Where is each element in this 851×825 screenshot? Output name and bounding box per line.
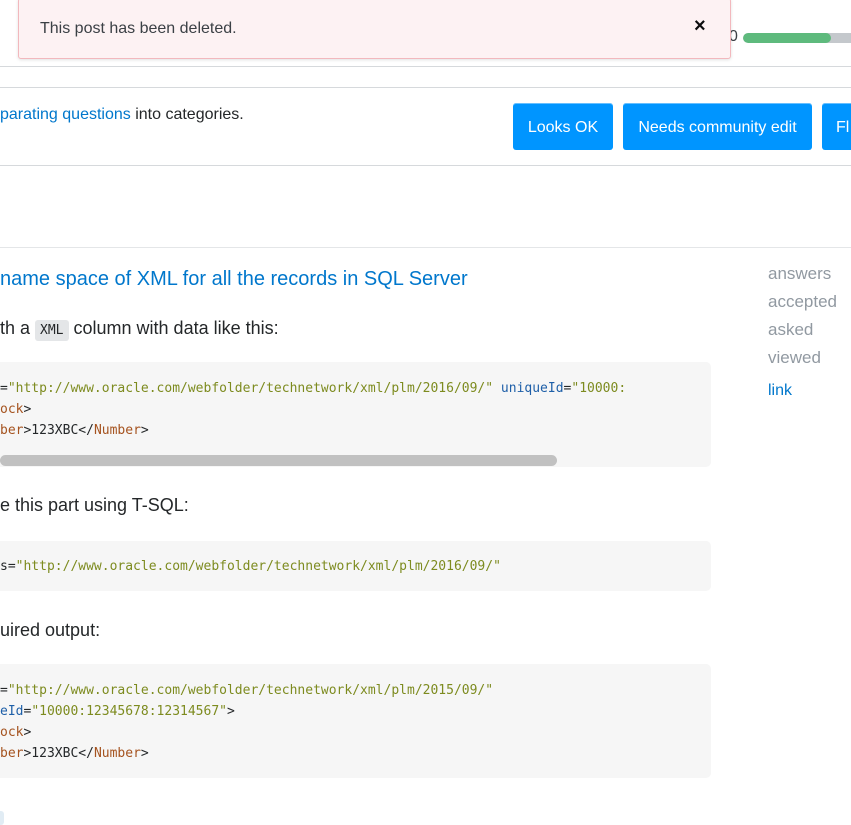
share-link[interactable]: link bbox=[768, 382, 792, 400]
divider bbox=[0, 165, 851, 166]
code-token: >123XBC</ bbox=[23, 423, 94, 438]
question-tag[interactable] bbox=[0, 811, 4, 825]
text: column with data like this: bbox=[68, 318, 279, 338]
review-instructions: parating questions into categories. bbox=[0, 106, 244, 124]
question-paragraph: uired output: bbox=[0, 620, 101, 640]
stat-accepted: accepted bbox=[768, 292, 837, 311]
stat-viewed: viewed bbox=[768, 348, 821, 367]
code-token: = bbox=[0, 683, 8, 698]
text: th a bbox=[0, 318, 36, 338]
code-token: >123XBC</ bbox=[23, 746, 94, 761]
code-token: > bbox=[23, 402, 32, 417]
code-token: Number bbox=[93, 423, 141, 438]
code-line: ="http://www.oracle.com/webfolder/techne… bbox=[0, 378, 711, 399]
separating-questions-link[interactable]: parating questions bbox=[0, 106, 131, 123]
divider bbox=[0, 66, 851, 67]
code-line: ock> bbox=[0, 399, 711, 420]
code-token: uniqueId bbox=[493, 381, 564, 396]
code-token: ber bbox=[0, 746, 24, 761]
code-token: "http://www.oracle.com/webfolder/technet… bbox=[7, 683, 494, 698]
looks-ok-button[interactable]: Looks OK bbox=[513, 103, 613, 150]
question-title-link[interactable]: name space of XML for all the records in… bbox=[0, 268, 468, 291]
code-token: "http://www.oracle.com/webfolder/technet… bbox=[7, 381, 494, 396]
code-token: s= bbox=[0, 559, 16, 574]
close-icon[interactable]: × bbox=[694, 15, 706, 38]
review-progress-bar bbox=[743, 33, 851, 43]
code-token: ber bbox=[0, 423, 24, 438]
code-token: ock bbox=[0, 402, 24, 417]
code-token: > bbox=[23, 725, 32, 740]
notice-message: This post has been deleted. bbox=[40, 20, 237, 37]
stat-asked: asked bbox=[768, 320, 814, 339]
progress-fill bbox=[743, 33, 831, 43]
code-token: "10000:12345678:12314567" bbox=[31, 704, 227, 719]
code-token: eId bbox=[0, 704, 24, 719]
stat-answers: answers bbox=[768, 264, 832, 283]
code-line: ber>123XBC</Number> bbox=[0, 420, 711, 441]
divider bbox=[0, 247, 851, 248]
code-line: s="http://www.oracle.com/webfolder/techn… bbox=[0, 556, 711, 577]
code-block: s="http://www.oracle.com/webfolder/techn… bbox=[0, 541, 711, 591]
instructions-text: into categories. bbox=[130, 106, 244, 123]
deleted-notice: This post has been deleted. × bbox=[18, 0, 731, 59]
code-line: ber>123XBC</Number> bbox=[0, 743, 711, 764]
code-block: ="http://www.oracle.com/webfolder/techne… bbox=[0, 664, 711, 778]
inline-code: XML bbox=[35, 320, 69, 341]
question-paragraph: e this part using T-SQL: bbox=[0, 495, 189, 515]
code-token: "http://www.oracle.com/webfolder/technet… bbox=[15, 559, 501, 574]
divider bbox=[0, 87, 851, 88]
code-line: eId="10000:12345678:12314567"> bbox=[0, 701, 711, 722]
code-token: > bbox=[226, 704, 235, 719]
code-token: > bbox=[140, 423, 149, 438]
code-token: Number bbox=[93, 746, 141, 761]
code-token: > bbox=[140, 746, 149, 761]
code-token: "10000: bbox=[571, 381, 627, 396]
question-paragraph: th a XML column with data like this: bbox=[0, 318, 279, 341]
needs-community-edit-button[interactable]: Needs community edit bbox=[623, 103, 812, 150]
code-token: ock bbox=[0, 725, 24, 740]
code-block: ="http://www.oracle.com/webfolder/techne… bbox=[0, 362, 711, 467]
code-line: ock> bbox=[0, 722, 711, 743]
code-line: ="http://www.oracle.com/webfolder/techne… bbox=[0, 680, 711, 701]
flag-button[interactable]: Fl bbox=[822, 103, 851, 150]
code-token: = bbox=[0, 381, 8, 396]
code-horizontal-scrollbar[interactable] bbox=[0, 455, 557, 466]
